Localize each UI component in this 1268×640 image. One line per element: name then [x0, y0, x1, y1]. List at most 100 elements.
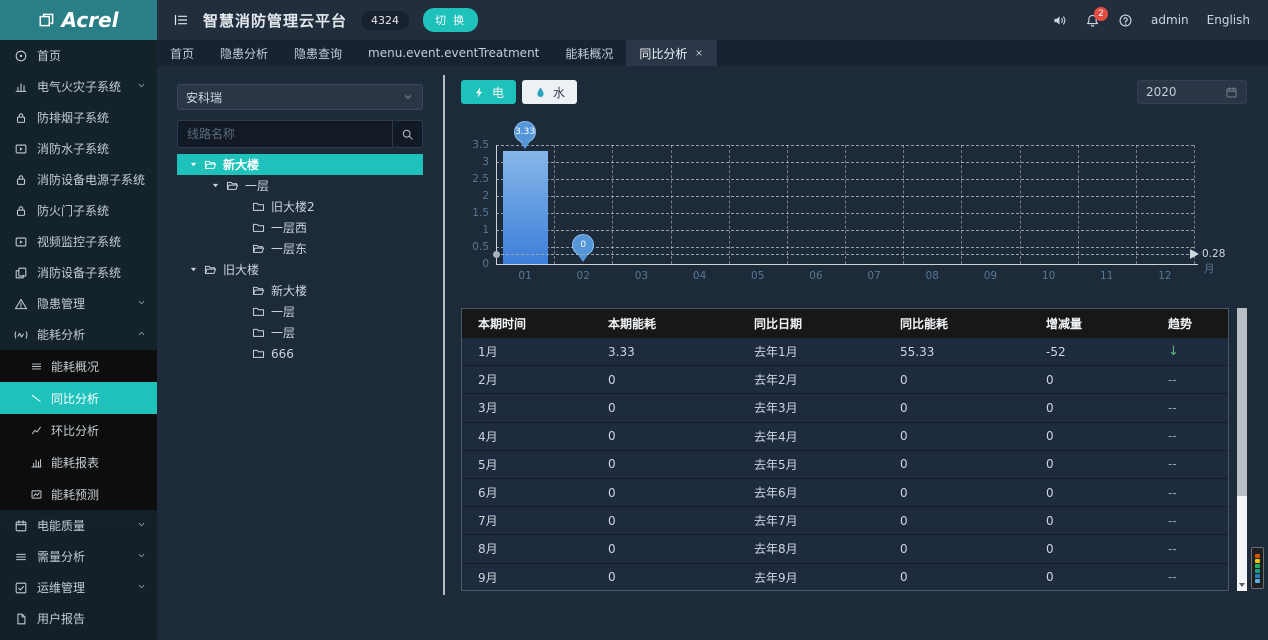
chevron-up-icon	[136, 328, 147, 339]
x-axis-tick-label: 03	[612, 270, 670, 282]
sidebar-item-video-monitor[interactable]: 视频监控子系统	[0, 226, 157, 257]
sidebar-item-ops-mgmt[interactable]: 运维管理	[0, 572, 157, 603]
electric-label: 电	[492, 84, 504, 101]
tree-node-label: 666	[271, 347, 294, 361]
tab-5[interactable]: 同比分析	[626, 40, 717, 66]
table-row-6月[interactable]: 6月0去年6月00--	[462, 479, 1228, 507]
yoy-bar-chart: 00.511.522.533.5010203040506070809101112…	[461, 117, 1229, 292]
tab-4[interactable]: 能耗概况	[552, 40, 626, 66]
table-row-1月[interactable]: 1月3.33去年1月55.33-52↓	[462, 338, 1228, 366]
tree-node-666[interactable]: 666	[177, 343, 423, 364]
sidebar-item-hazard-mgmt[interactable]: 隐患管理	[0, 288, 157, 319]
sidebar-item-mom-analysis[interactable]: 环比分析	[0, 414, 157, 446]
sidebar-item-energy-forecast[interactable]: 能耗预测	[0, 478, 157, 510]
table-cell: 去年8月	[738, 540, 884, 557]
tab-label: 同比分析	[639, 45, 687, 62]
tab-1[interactable]: 隐患分析	[207, 40, 281, 66]
tree-node-label: 新大楼	[223, 156, 259, 173]
sidebar-item-fire-door[interactable]: 防火门子系统	[0, 195, 157, 226]
v-gridline	[787, 145, 788, 264]
chevron-down-icon	[136, 80, 147, 91]
notifications[interactable]: 2	[1085, 13, 1100, 28]
table-cell: 0	[592, 486, 738, 500]
table-row-2月[interactable]: 2月0去年2月00--	[462, 366, 1228, 394]
sidebar-item-fire-water[interactable]: 消防水子系统	[0, 133, 157, 164]
sidebar-item-energy-report[interactable]: 能耗报表	[0, 446, 157, 478]
project-dropdown[interactable]: 安科瑞	[177, 84, 423, 110]
v-gridline	[961, 145, 962, 264]
tree-node-旧大楼2[interactable]: 旧大楼2	[177, 196, 423, 217]
tree-node-一层[interactable]: 一层	[177, 322, 423, 343]
y-axis-tick-label: 0.5	[461, 241, 489, 253]
sidebar-item-fire-equipment[interactable]: 消防设备子系统	[0, 257, 157, 288]
water-tab-button[interactable]: 水	[522, 80, 577, 104]
sidebar-item-smoke-exhaust[interactable]: 防排烟子系统	[0, 102, 157, 133]
tree-node-一层[interactable]: 一层	[177, 175, 423, 196]
sidebar-item-fire-power[interactable]: 消防设备电源子系统	[0, 164, 157, 195]
help-icon[interactable]	[1118, 13, 1133, 28]
table-cell: 4月	[462, 428, 592, 445]
tree-node-新大楼[interactable]: 新大楼	[177, 154, 423, 175]
table-cell: 0	[592, 457, 738, 471]
tree-node-新大楼[interactable]: 新大楼	[177, 280, 423, 301]
x-axis-name: 月	[1204, 261, 1215, 276]
table-cell: 0	[592, 570, 738, 584]
table-row-7月[interactable]: 7月0去年7月00--	[462, 507, 1228, 535]
sidebar-item-power-quality[interactable]: 电能质量	[0, 510, 157, 541]
sidebar-item-home[interactable]: 首页	[0, 40, 157, 71]
sidebar-item-energy-overview[interactable]: 能耗概况	[0, 350, 157, 382]
v-gridline	[729, 145, 730, 264]
sidebar-item-label: 电能质量	[37, 517, 85, 534]
sidebar-item-label: 防火门子系统	[37, 202, 109, 219]
search-input[interactable]	[178, 121, 392, 147]
tree-node-label: 一层西	[271, 219, 307, 236]
language-switch[interactable]: English	[1207, 13, 1250, 27]
v-gridline	[1078, 145, 1079, 264]
table-row-9月[interactable]: 9月0去年9月00--	[462, 564, 1228, 592]
table-cell: 6月	[462, 484, 592, 501]
table-row-5月[interactable]: 5月0去年5月00--	[462, 451, 1228, 479]
sidebar-item-user-report[interactable]: 用户报告	[0, 603, 157, 634]
electric-tab-button[interactable]: 电	[461, 80, 516, 104]
x-axis-tick-label: 07	[845, 270, 903, 282]
scrollbar-down-button[interactable]	[1237, 579, 1247, 591]
sidebar-item-energy-analysis[interactable]: 能耗分析	[0, 319, 157, 350]
bar-month-01[interactable]	[503, 151, 548, 264]
switch-button[interactable]: 切 换	[423, 8, 478, 32]
sidebar-item-demand-analysis[interactable]: 需量分析	[0, 541, 157, 572]
folder-open-icon	[226, 179, 239, 192]
table-row-4月[interactable]: 4月0去年4月00--	[462, 423, 1228, 451]
home-icon	[14, 49, 28, 63]
username[interactable]: admin	[1151, 13, 1189, 27]
tree-node-一层东[interactable]: 一层东	[177, 238, 423, 259]
sidebar-item-electrical-fire[interactable]: 电气火灾子系统	[0, 71, 157, 102]
trend-cell: --	[1152, 486, 1228, 500]
table-row-3月[interactable]: 3月0去年3月00--	[462, 394, 1228, 422]
yoy-table: 本期时间本期能耗同比日期同比能耗增减量趋势1月3.33去年1月55.33-52↓…	[461, 308, 1229, 591]
tree-node-旧大楼[interactable]: 旧大楼	[177, 259, 423, 280]
sidebar-item-yoy-analysis[interactable]: 同比分析	[0, 382, 157, 414]
trend-cell: --	[1152, 457, 1228, 471]
year-picker[interactable]: 2020	[1137, 80, 1247, 104]
table-cell: 3月	[462, 399, 592, 416]
collapse-menu-icon[interactable]	[173, 12, 189, 28]
sidebar-item-label: 用户报告	[37, 610, 85, 627]
notification-count-badge: 2	[1094, 7, 1108, 21]
trend-down-icon	[30, 392, 43, 405]
tab-2[interactable]: 隐患查询	[281, 40, 355, 66]
ops-icon	[14, 581, 28, 595]
scrollbar-thumb[interactable]	[1237, 308, 1247, 496]
table-cell: 去年7月	[738, 512, 884, 529]
search-button[interactable]	[392, 121, 422, 147]
table-row-8月[interactable]: 8月0去年8月00--	[462, 535, 1228, 563]
tab-3[interactable]: menu.event.eventTreatment	[355, 40, 552, 66]
table-scrollbar[interactable]	[1237, 308, 1247, 591]
tab-0[interactable]: 首页	[157, 40, 207, 66]
trend-cell: --	[1152, 373, 1228, 387]
table-cell: 0	[592, 429, 738, 443]
tree-node-一层西[interactable]: 一层西	[177, 217, 423, 238]
speaker-icon[interactable]	[1052, 13, 1067, 28]
trend-cell: --	[1152, 570, 1228, 584]
tree-node-一层[interactable]: 一层	[177, 301, 423, 322]
sidebar-item-label: 环比分析	[51, 422, 99, 439]
